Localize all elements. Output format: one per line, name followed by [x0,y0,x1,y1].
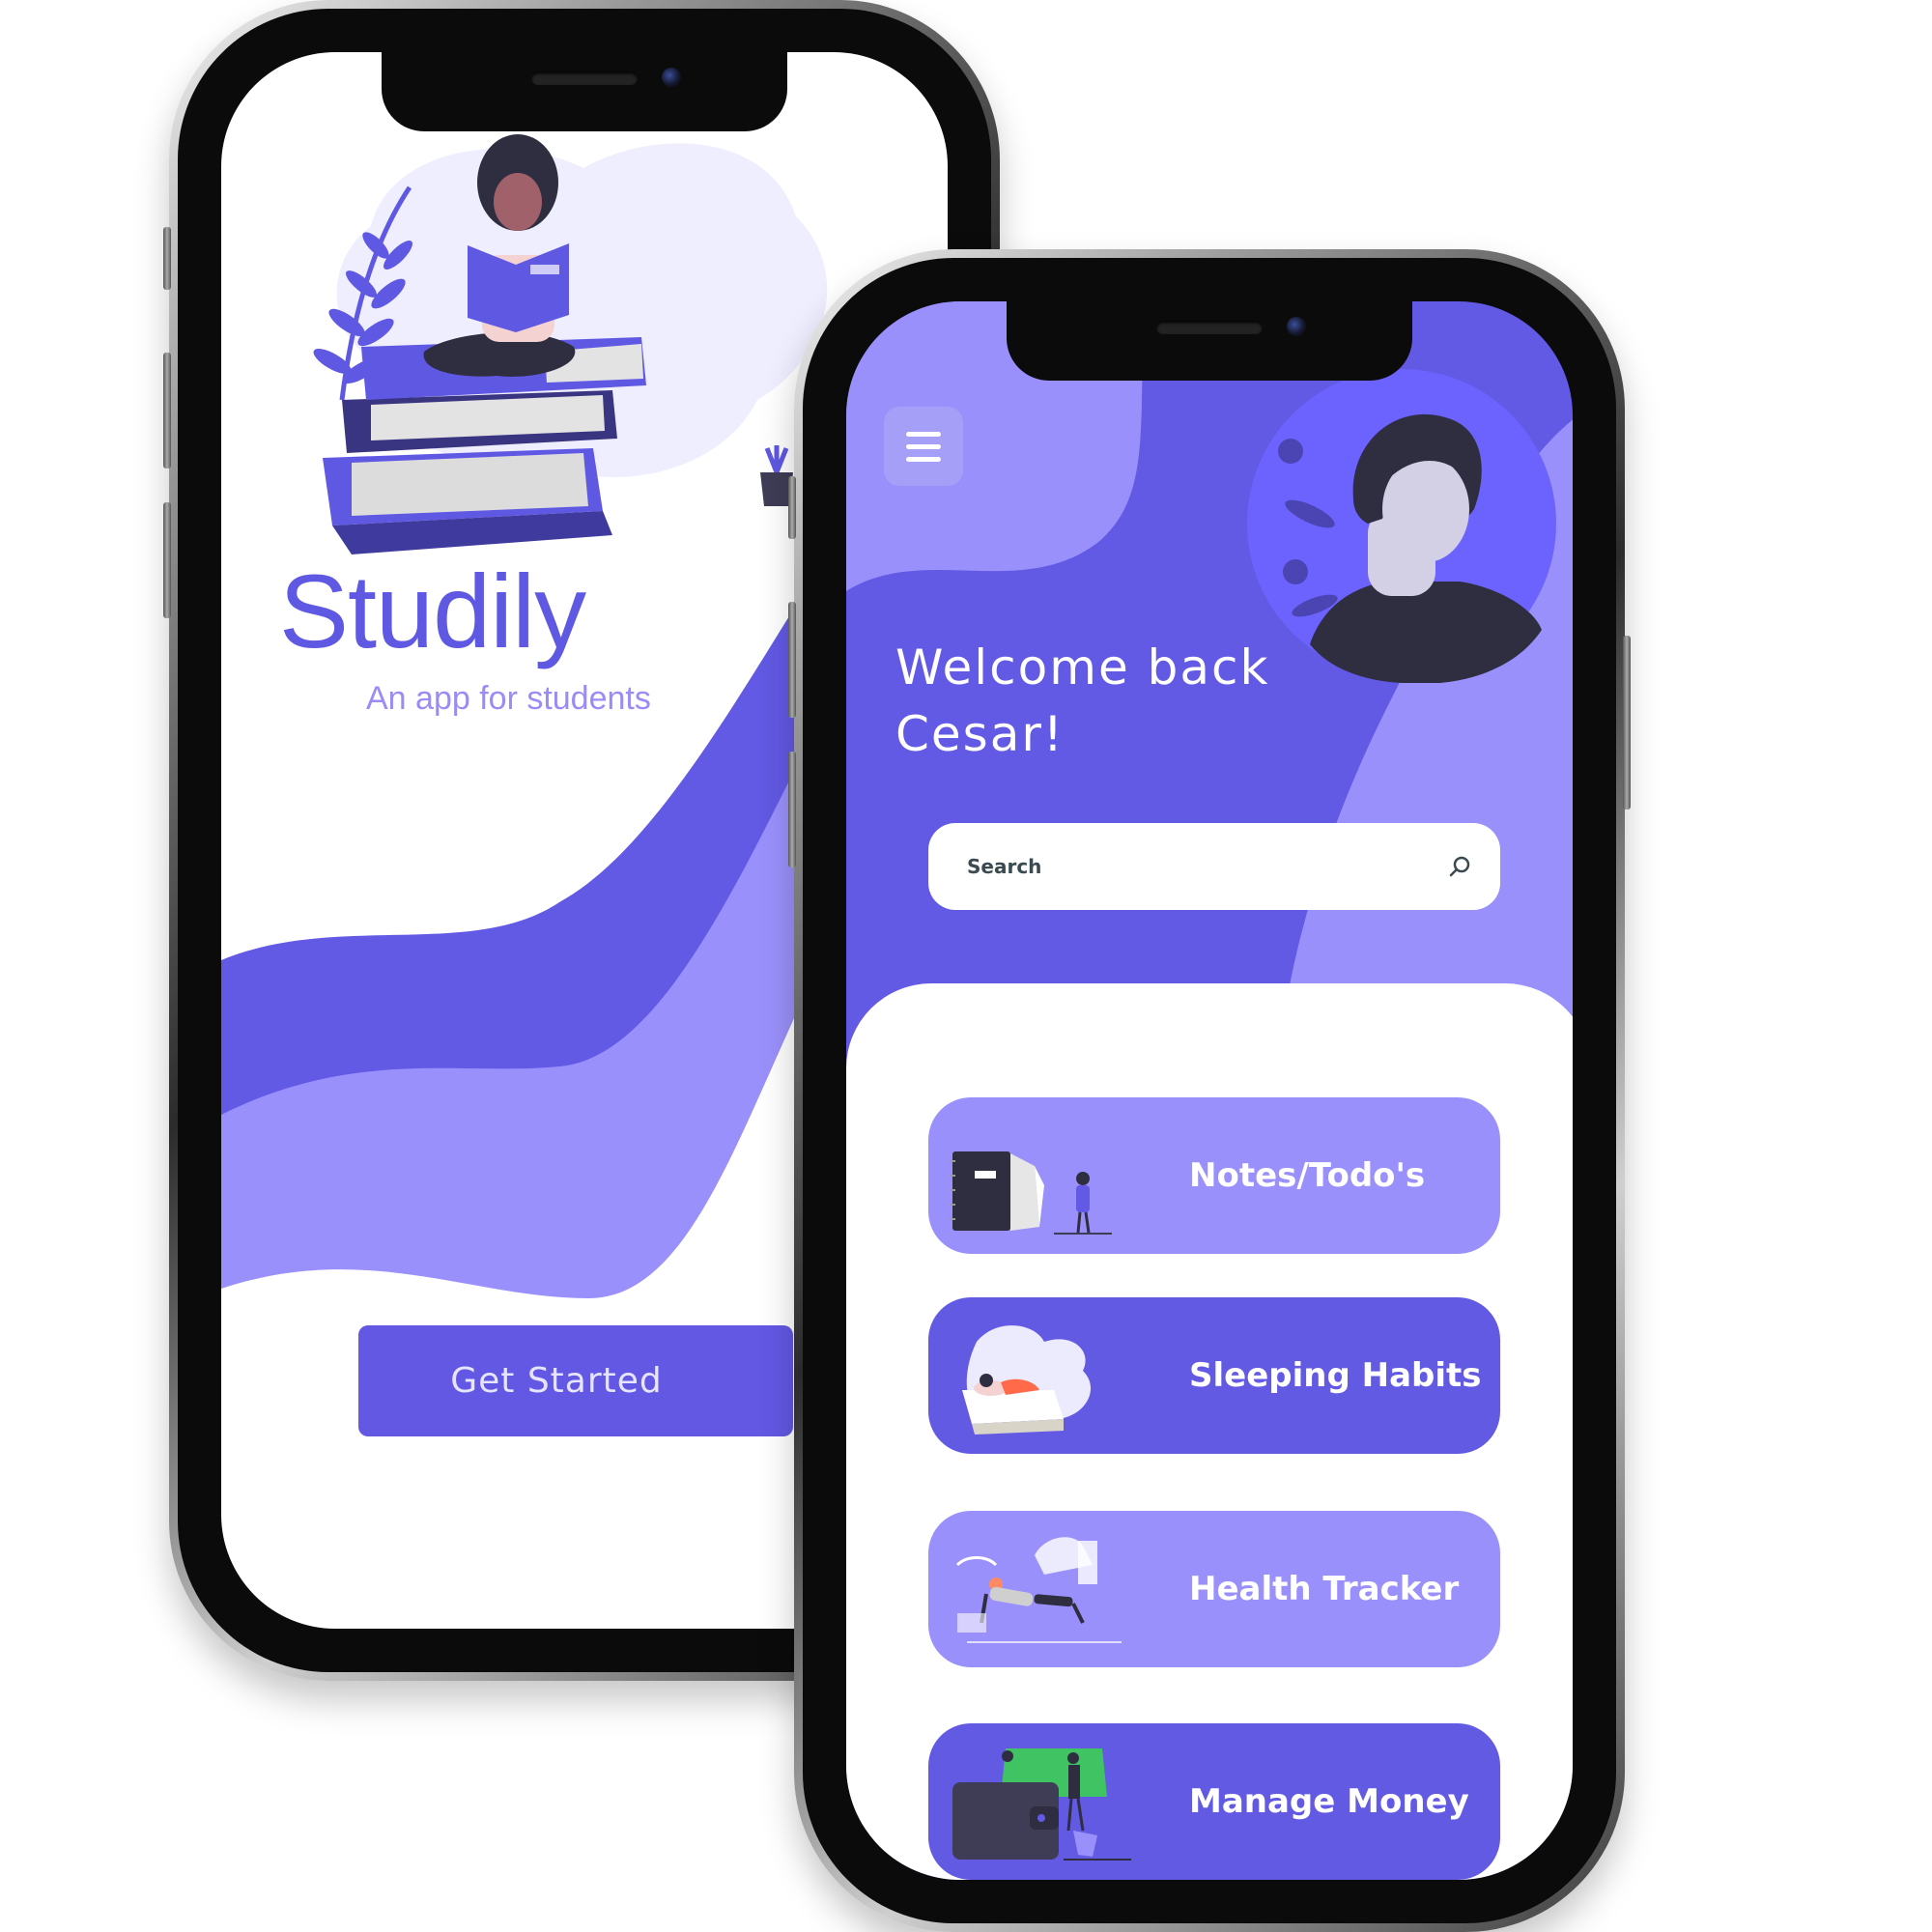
front-camera [1287,317,1306,336]
volume-down-button [788,752,796,867]
volume-down-button [163,502,171,618]
search-field[interactable]: Search [928,823,1500,910]
notebook-illustration [950,1151,1112,1235]
card-manage-money-label: Manage Money [1189,1782,1469,1821]
card-notes-todos[interactable]: Notes/Todo's [928,1097,1500,1254]
menu-icon-line [906,456,941,462]
app-tagline: An app for students [366,680,651,717]
card-sleeping-habits-label: Sleeping Habits [1189,1356,1482,1395]
phone-bezel: Welcome back Cesar! Search Notes/Todo's … [803,258,1616,1923]
home-screen: Welcome back Cesar! Search Notes/Todo's … [846,301,1573,1880]
card-manage-money[interactable]: Manage Money [928,1723,1500,1880]
welcome-line-1: Welcome back [895,639,1270,696]
front-camera [662,68,681,87]
sleeping-illustration [962,1325,1092,1435]
user-name: Cesar! [895,706,1065,762]
card-health-tracker[interactable]: Health Tracker [928,1511,1500,1667]
search-input[interactable]: Search [967,855,1448,878]
exercise-illustration [955,1537,1122,1643]
menu-button[interactable] [884,407,963,486]
volume-up-button [788,602,796,718]
phone-notch [382,52,787,131]
volume-up-button [163,353,171,469]
card-notes-todos-label: Notes/Todo's [1189,1156,1426,1195]
get-started-button[interactable]: Get Started [358,1325,793,1436]
mute-switch [788,476,796,539]
search-icon[interactable] [1448,854,1473,879]
wallet-illustration [952,1748,1131,1861]
power-button [1623,636,1631,810]
card-sleeping-habits[interactable]: Sleeping Habits [928,1297,1500,1454]
card-health-tracker-label: Health Tracker [1189,1570,1460,1608]
menu-icon-line [906,443,941,449]
phone-notch [1007,301,1412,381]
speaker-grille [1156,321,1263,334]
get-started-label: Get Started [450,1361,663,1401]
phone-frame-home: Welcome back Cesar! Search Notes/Todo's … [788,249,1631,1932]
speaker-grille [531,71,638,85]
app-title: Studily [279,553,586,669]
mute-switch [163,227,171,290]
welcome-message: Welcome back Cesar! [895,635,1340,768]
menu-icon-line [906,431,941,437]
